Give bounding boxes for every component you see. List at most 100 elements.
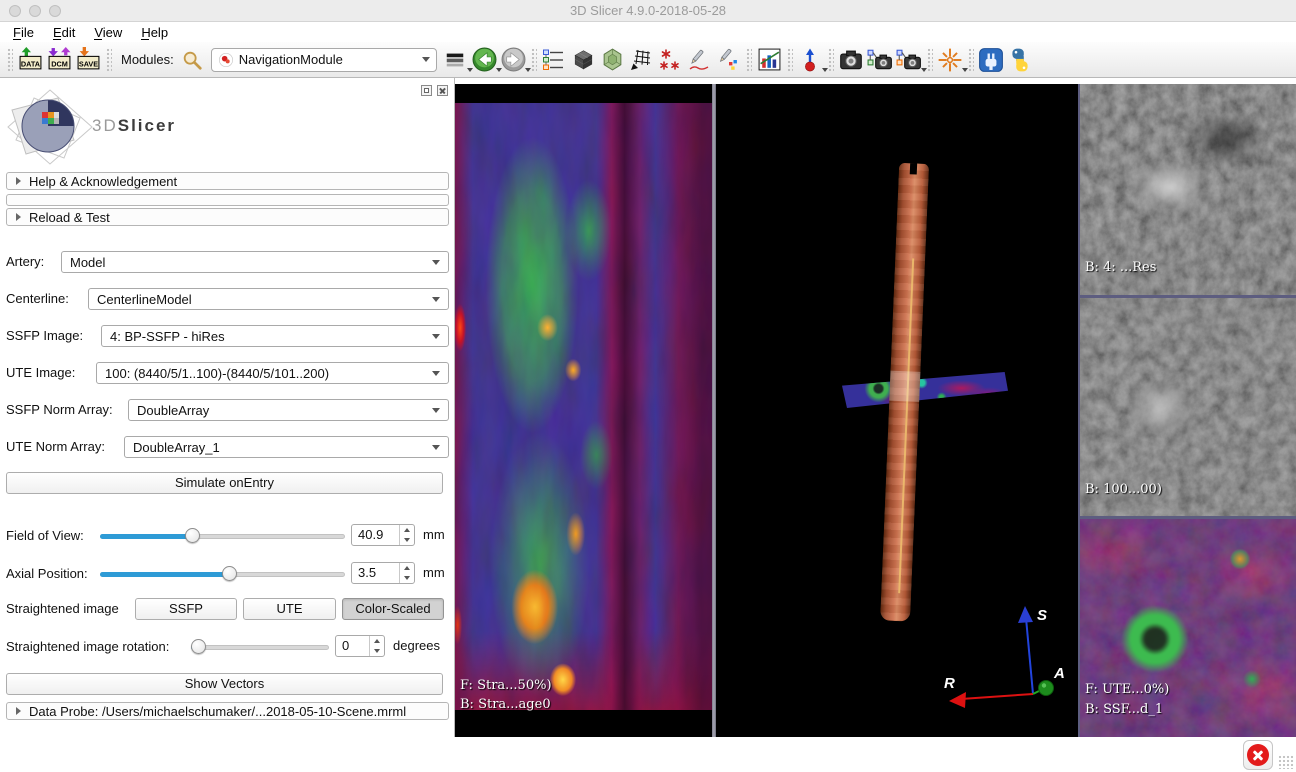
- transforms-icon[interactable]: [628, 46, 655, 73]
- panel-undock-button[interactable]: [421, 85, 432, 96]
- module-selector-value: NavigationModule: [239, 52, 422, 67]
- annotations-pencil-icon[interactable]: [686, 46, 713, 73]
- layout-icon[interactable]: [541, 46, 568, 73]
- crosshair-icon[interactable]: [937, 46, 964, 73]
- spin-up-button[interactable]: [400, 525, 414, 535]
- error-log-button[interactable]: [1243, 740, 1273, 770]
- axial-position-slider[interactable]: [100, 564, 345, 584]
- reload-test-collapsible[interactable]: Reload & Test: [6, 208, 449, 226]
- dicom-icon[interactable]: DCM: [46, 46, 73, 73]
- panel-close-button[interactable]: [437, 85, 448, 96]
- slider-handle[interactable]: [191, 639, 206, 654]
- models-icon[interactable]: [599, 46, 626, 73]
- help-acknowledgement-collapsible[interactable]: Help & Acknowledgement: [6, 172, 449, 190]
- field-of-view-slider[interactable]: [100, 526, 345, 546]
- toolbar-grip[interactable]: [746, 48, 752, 72]
- toolbar-grip[interactable]: [531, 48, 537, 72]
- charts-icon[interactable]: [756, 46, 783, 73]
- slider-handle[interactable]: [185, 528, 200, 543]
- toolbar-grip[interactable]: [7, 48, 13, 72]
- screenshot-icon[interactable]: [838, 46, 865, 73]
- side-middle-label: B: 100...00): [1085, 482, 1162, 497]
- ute-button[interactable]: UTE: [243, 598, 336, 620]
- ssfp-button[interactable]: SSFP: [135, 598, 237, 620]
- centerline-combobox[interactable]: CenterlineModel: [88, 288, 449, 310]
- spin-up-button[interactable]: [400, 563, 414, 573]
- chevron-down-icon: [432, 371, 440, 376]
- ute-norm-array-combobox[interactable]: DoubleArray_1: [124, 436, 449, 458]
- spin-up-button[interactable]: [370, 636, 384, 646]
- side-slice-view-yellow[interactable]: B: 100...00): [1080, 298, 1296, 516]
- menu-help[interactable]: Help: [136, 24, 173, 41]
- menu-file[interactable]: File: [8, 24, 39, 41]
- chevron-down-icon: [525, 68, 531, 72]
- scene-view-restore-icon[interactable]: [896, 46, 923, 73]
- ssfp-image-label: SSFP Image:: [6, 325, 83, 347]
- straightened-image-row: Straightened image SSFP UTE Color-Scaled: [6, 598, 449, 620]
- ute-image-row: UTE Image: 100: (8440/5/1..100)-(8440/5/…: [6, 362, 449, 384]
- axial-position-row: Axial Position: 3.5 mm: [6, 562, 449, 586]
- module-selector-combobox[interactable]: NavigationModule: [211, 48, 437, 72]
- module-search-icon[interactable]: [179, 46, 206, 73]
- ssfp-image-combobox[interactable]: 4: BP-SSFP - hiRes: [101, 325, 449, 347]
- straightened-slice-view[interactable]: F: Stra...50%) B: Stra...age0: [455, 84, 712, 737]
- markups-icon[interactable]: [657, 46, 684, 73]
- chevron-down-icon: [822, 68, 828, 72]
- reload-test-label: Reload & Test: [29, 210, 110, 225]
- module-forward-icon[interactable]: [500, 46, 527, 73]
- axis-label-s: S: [1037, 607, 1047, 624]
- artery-combobox[interactable]: Model: [61, 251, 449, 273]
- color-scaled-button[interactable]: Color-Scaled: [342, 598, 444, 620]
- side-slice-view-green[interactable]: F: UTE...0%) B: SSF...d_1: [1080, 519, 1296, 737]
- chevron-down-icon: [422, 57, 430, 62]
- menu-edit[interactable]: Edit: [48, 24, 80, 41]
- spin-down-button[interactable]: [400, 573, 414, 583]
- module-back-icon[interactable]: [471, 46, 498, 73]
- axial-position-unit: mm: [423, 562, 445, 584]
- ssfp-norm-array-combobox[interactable]: DoubleArray: [128, 399, 449, 421]
- toolbar-grip[interactable]: [787, 48, 793, 72]
- straightened-rotation-unit: degrees: [393, 635, 440, 657]
- python-console-icon[interactable]: [1007, 46, 1034, 73]
- field-of-view-spinbox[interactable]: 40.9: [351, 524, 415, 546]
- simulate-onentry-button[interactable]: Simulate onEntry: [6, 472, 443, 494]
- axial-position-spinbox[interactable]: 3.5: [351, 562, 415, 584]
- help-acknowledgement-label: Help & Acknowledgement: [29, 174, 177, 189]
- slicer-logo: 3DSlicer: [4, 88, 204, 166]
- menu-view[interactable]: View: [89, 24, 127, 41]
- volumes-icon[interactable]: [570, 46, 597, 73]
- show-vectors-button[interactable]: Show Vectors: [6, 673, 443, 695]
- background-layer-label: B: Stra...age0: [460, 697, 551, 712]
- straightened-rotation-spinbox[interactable]: 0: [335, 635, 385, 657]
- spin-down-button[interactable]: [400, 535, 414, 545]
- data-probe-label: Data Probe: /Users/michaelschumaker/...2…: [29, 704, 406, 719]
- save-icon[interactable]: SAVE: [75, 46, 102, 73]
- ssfp-norm-array-row: SSFP Norm Array: DoubleArray: [6, 399, 449, 421]
- chevron-right-icon: [16, 213, 21, 221]
- toolbar-grip[interactable]: [828, 48, 834, 72]
- side-bottom-fg-label: F: UTE...0%): [1085, 682, 1169, 697]
- modules-label: Modules:: [121, 52, 174, 67]
- toolbar-grip[interactable]: [106, 48, 112, 72]
- module-history-icon[interactable]: [442, 46, 469, 73]
- spin-down-button[interactable]: [370, 646, 384, 656]
- scene-view-capture-icon[interactable]: [867, 46, 894, 73]
- extensions-icon[interactable]: [978, 46, 1005, 73]
- toolbar-grip[interactable]: [927, 48, 933, 72]
- window-resize-grip[interactable]: [1278, 755, 1294, 769]
- side-bottom-bg-label: B: SSF...d_1: [1085, 702, 1163, 717]
- side-slice-view-red[interactable]: B: 4: ...Res: [1080, 84, 1296, 295]
- straightened-rotation-slider[interactable]: [191, 637, 329, 657]
- load-data-icon[interactable]: DATA: [17, 46, 44, 73]
- ute-image-label: UTE Image:: [6, 362, 75, 384]
- place-fiducial-icon[interactable]: [797, 46, 824, 73]
- slicer-window: 3D Slicer 4.9.0-2018-05-28 File Edit Vie…: [0, 0, 1296, 772]
- data-probe-collapsible[interactable]: Data Probe: /Users/michaelschumaker/...2…: [6, 702, 449, 720]
- slider-handle[interactable]: [222, 566, 237, 581]
- annotations-color-icon[interactable]: [715, 46, 742, 73]
- ute-image-combobox[interactable]: 100: (8440/5/1..100)-(8440/5/101..200): [96, 362, 449, 384]
- slicer-logo-text: 3DSlicer: [92, 116, 176, 136]
- foreground-layer-label: F: Stra...50%): [460, 678, 552, 693]
- toolbar-grip[interactable]: [968, 48, 974, 72]
- threed-view[interactable]: S R A: [716, 84, 1078, 737]
